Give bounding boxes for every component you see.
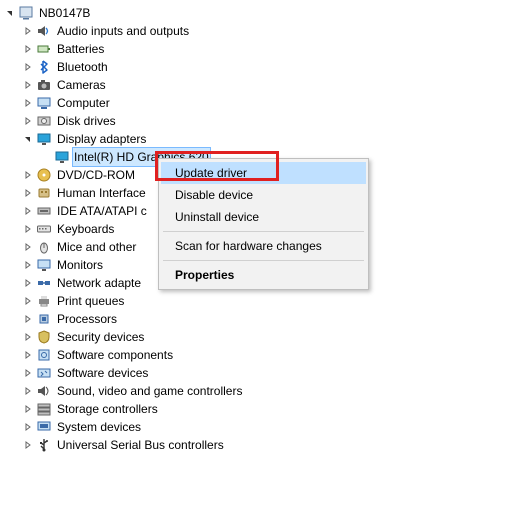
- tree-item-label: IDE ATA/ATAPI c: [55, 202, 149, 220]
- expand-toggle[interactable]: [22, 112, 34, 130]
- softdev-icon: [36, 365, 52, 381]
- tree-item-label: DVD/CD-ROM: [55, 166, 137, 184]
- mouse-icon: [36, 239, 52, 255]
- expand-toggle[interactable]: [22, 184, 34, 202]
- expand-toggle[interactable]: [22, 274, 34, 292]
- expand-toggle[interactable]: [22, 364, 34, 382]
- expand-toggle: [40, 148, 52, 166]
- tree-item-label: Security devices: [55, 328, 146, 346]
- menu-separator: [163, 260, 364, 261]
- usb-icon: [36, 437, 52, 453]
- printer-icon: [36, 293, 52, 309]
- storage-icon: [36, 401, 52, 417]
- ide-icon: [36, 203, 52, 219]
- tree-item[interactable]: Cameras: [4, 76, 520, 94]
- sound-icon: [36, 383, 52, 399]
- tree-item-label: Sound, video and game controllers: [55, 382, 244, 400]
- hid-icon: [36, 185, 52, 201]
- context-menu[interactable]: Update driverDisable deviceUninstall dev…: [158, 158, 369, 290]
- expand-toggle[interactable]: [22, 166, 34, 184]
- expand-toggle[interactable]: [22, 40, 34, 58]
- tree-item[interactable]: Security devices: [4, 328, 520, 346]
- security-icon: [36, 329, 52, 345]
- tree-item[interactable]: Batteries: [4, 40, 520, 58]
- tree-item-label: Software components: [55, 346, 175, 364]
- system-icon: [36, 419, 52, 435]
- tree-item[interactable]: Display adapters: [4, 130, 520, 148]
- tree-item-label: Cameras: [55, 76, 108, 94]
- tree-item-label: Software devices: [55, 364, 150, 382]
- expand-toggle[interactable]: [22, 400, 34, 418]
- tree-item-label: Computer: [55, 94, 112, 112]
- network-icon: [36, 275, 52, 291]
- tree-item[interactable]: System devices: [4, 418, 520, 436]
- expand-toggle[interactable]: [22, 436, 34, 454]
- expand-toggle[interactable]: [22, 238, 34, 256]
- tree-item-label: Storage controllers: [55, 400, 160, 418]
- camera-icon: [36, 77, 52, 93]
- tree-item-label: Print queues: [55, 292, 126, 310]
- expand-toggle[interactable]: [22, 94, 34, 112]
- bluetooth-icon: [36, 59, 52, 75]
- expand-toggle[interactable]: [22, 418, 34, 436]
- expand-toggle[interactable]: [22, 292, 34, 310]
- tree-item-label: Monitors: [55, 256, 105, 274]
- tree-item-label: Bluetooth: [55, 58, 110, 76]
- tree-item[interactable]: Computer: [4, 94, 520, 112]
- expand-toggle[interactable]: [22, 130, 34, 148]
- expand-toggle[interactable]: [22, 22, 34, 40]
- dvd-icon: [36, 167, 52, 183]
- expand-toggle[interactable]: [22, 256, 34, 274]
- tree-item[interactable]: Processors: [4, 310, 520, 328]
- tree-item-label: Display adapters: [55, 130, 148, 148]
- tree-item-label: Keyboards: [55, 220, 116, 238]
- expand-toggle[interactable]: [22, 76, 34, 94]
- menu-separator: [163, 231, 364, 232]
- tree-item[interactable]: Sound, video and game controllers: [4, 382, 520, 400]
- cpu-icon: [36, 311, 52, 327]
- tree-item[interactable]: Software devices: [4, 364, 520, 382]
- menu-item[interactable]: Update driver: [161, 162, 366, 184]
- menu-item[interactable]: Scan for hardware changes: [161, 235, 366, 257]
- menu-item[interactable]: Disable device: [161, 184, 366, 206]
- expand-toggle[interactable]: [22, 310, 34, 328]
- tree-item[interactable]: Disk drives: [4, 112, 520, 130]
- menu-item[interactable]: Properties: [161, 264, 366, 286]
- tree-item-label: Human Interface: [55, 184, 148, 202]
- tree-item-label: Batteries: [55, 40, 106, 58]
- tree-item[interactable]: Audio inputs and outputs: [4, 22, 520, 40]
- tree-item[interactable]: Bluetooth: [4, 58, 520, 76]
- keyboard-icon: [36, 221, 52, 237]
- tree-root[interactable]: NB0147B: [4, 4, 520, 22]
- display-icon: [36, 131, 52, 147]
- expand-toggle[interactable]: [22, 202, 34, 220]
- expand-toggle[interactable]: [22, 328, 34, 346]
- battery-icon: [36, 41, 52, 57]
- tree-item[interactable]: Universal Serial Bus controllers: [4, 436, 520, 454]
- tree-item-label: Processors: [55, 310, 119, 328]
- softcomp-icon: [36, 347, 52, 363]
- expand-toggle[interactable]: [22, 346, 34, 364]
- menu-item[interactable]: Uninstall device: [161, 206, 366, 228]
- expand-toggle[interactable]: [22, 382, 34, 400]
- tree-item-label: Universal Serial Bus controllers: [55, 436, 226, 454]
- expand-toggle[interactable]: [22, 220, 34, 238]
- expand-toggle[interactable]: [4, 4, 16, 22]
- tree-item-label: Disk drives: [55, 112, 118, 130]
- audio-icon: [36, 23, 52, 39]
- display-icon: [54, 149, 70, 165]
- tree-item[interactable]: Storage controllers: [4, 400, 520, 418]
- tree-item-label: Mice and other: [55, 238, 138, 256]
- tree-item-label: Audio inputs and outputs: [55, 22, 191, 40]
- expand-toggle[interactable]: [22, 58, 34, 76]
- monitor-icon: [36, 257, 52, 273]
- computer-icon: [36, 95, 52, 111]
- disk-icon: [36, 113, 52, 129]
- tree-item-label: System devices: [55, 418, 143, 436]
- tree-item-label: NB0147B: [37, 4, 92, 22]
- tree-item[interactable]: Print queues: [4, 292, 520, 310]
- tree-item[interactable]: Software components: [4, 346, 520, 364]
- root-icon: [18, 5, 34, 21]
- tree-item-label: Network adapte: [55, 274, 143, 292]
